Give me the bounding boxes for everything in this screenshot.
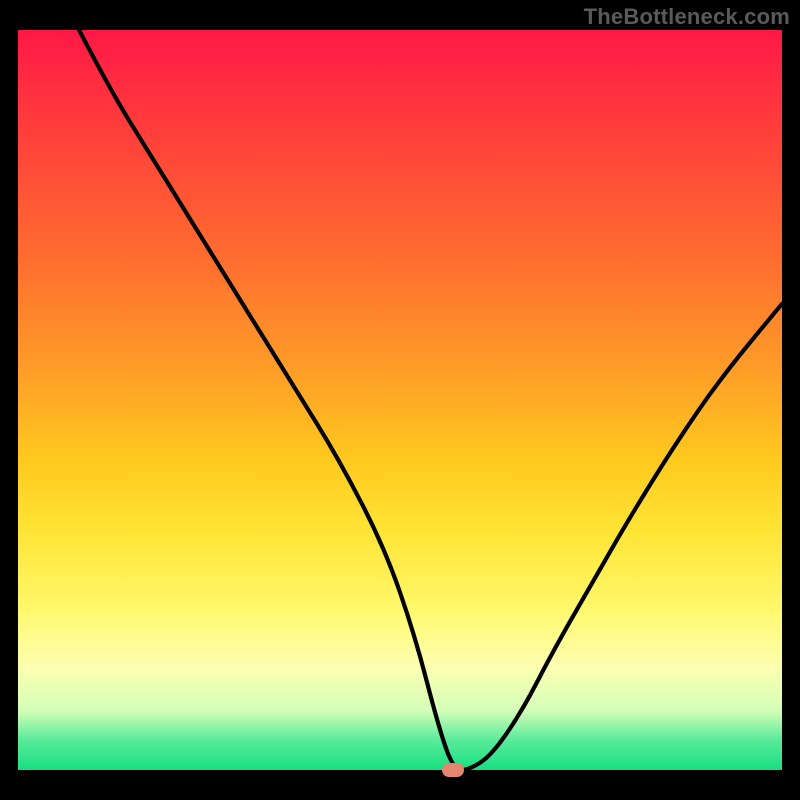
bottleneck-curve — [18, 30, 782, 770]
chart-frame: TheBottleneck.com — [0, 0, 800, 800]
watermark-text: TheBottleneck.com — [584, 4, 790, 30]
plot-area — [18, 30, 782, 770]
minimum-marker — [442, 763, 464, 777]
